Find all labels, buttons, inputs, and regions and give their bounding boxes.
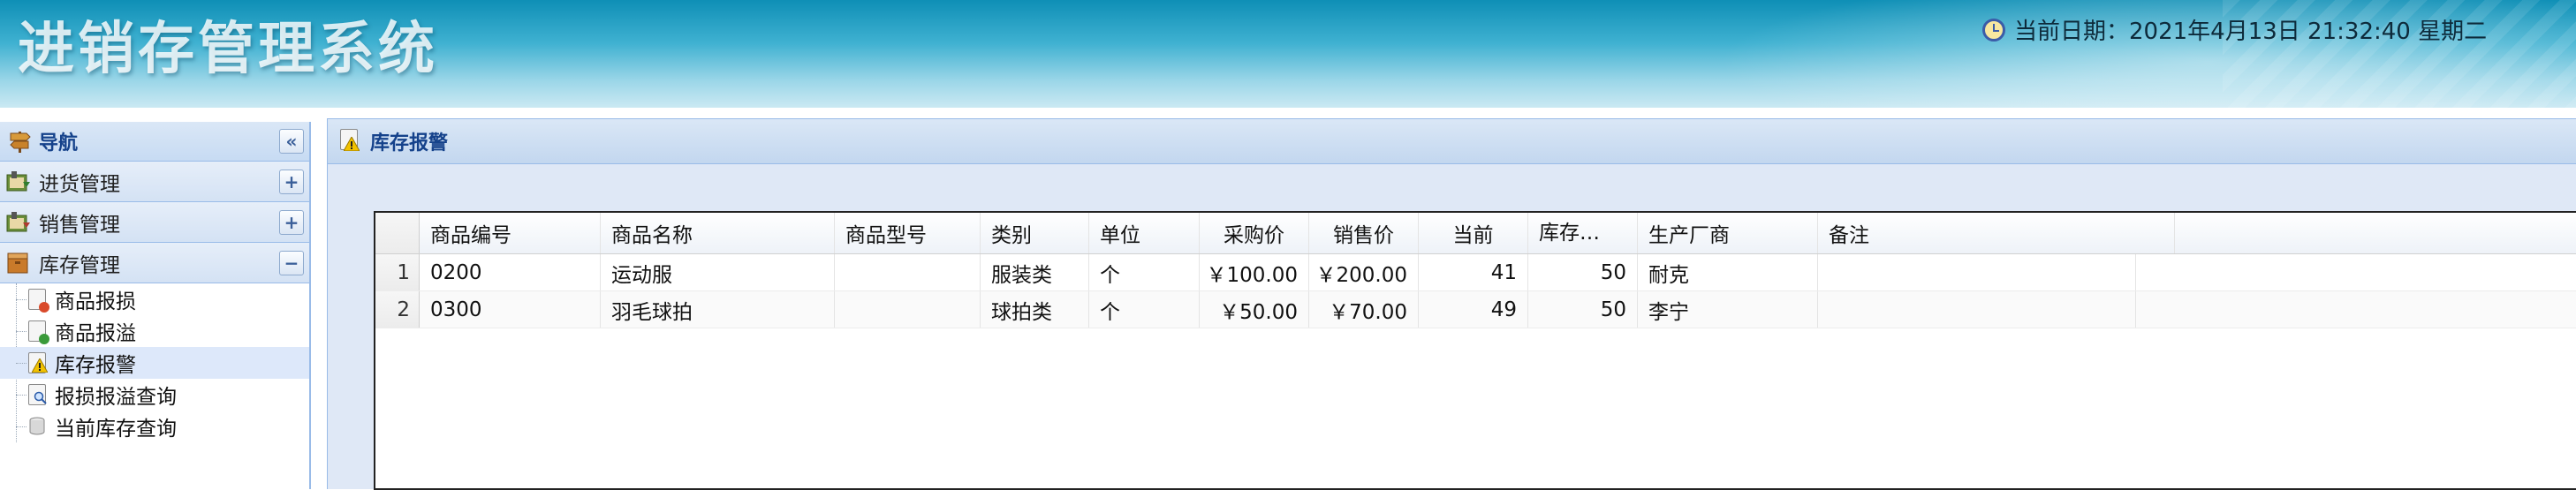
- cell-stock-limit: 50: [1528, 291, 1638, 328]
- cell-remark: [1818, 291, 2136, 328]
- column-header[interactable]: 类别: [981, 213, 1089, 253]
- main-panel: 库存报警 商品编号 商品名称 商品型号 类别 单位 采购价 销售价 当前 库存……: [327, 118, 2576, 490]
- cell-model: [835, 254, 981, 290]
- tree-item-label: 商品报溢: [55, 322, 136, 345]
- stock-query-icon: [27, 415, 48, 438]
- cell-code: 0200: [420, 254, 601, 290]
- purchase-icon: [5, 170, 32, 194]
- collapse-inventory-button[interactable]: −: [279, 250, 304, 275]
- row-number: 2: [375, 291, 420, 328]
- column-header[interactable]: 采购价: [1200, 213, 1309, 253]
- cell-manufacturer: 李宁: [1638, 291, 1818, 328]
- panel-header: 库存报警: [328, 119, 2576, 164]
- column-header[interactable]: 商品型号: [835, 213, 981, 253]
- sales-icon: [5, 210, 32, 235]
- tree-item-current-stock-query[interactable]: 当前库存查询: [0, 411, 309, 442]
- column-header[interactable]: 备注: [1818, 213, 2175, 253]
- column-header[interactable]: 库存…: [1528, 213, 1638, 253]
- grid-header: 商品编号 商品名称 商品型号 类别 单位 采购价 销售价 当前 库存… 生产厂商…: [375, 213, 2576, 254]
- panel-title: 库存报警: [370, 132, 449, 155]
- cell-name: 运动服: [601, 254, 835, 290]
- nav-group-label: 库存管理: [39, 253, 120, 277]
- column-header[interactable]: 商品编号: [420, 213, 601, 253]
- inventory-tree: 商品报损 商品报溢 库存报警 报损报溢查询 当前库存查询: [0, 283, 309, 442]
- tree-item-label: 库存报警: [55, 354, 136, 377]
- cell-current-stock: 49: [1419, 291, 1528, 328]
- tree-item-label: 商品报损: [55, 290, 136, 313]
- datetime-text: 当前日期：2021年4月13日 21:32:40 星期二: [2014, 19, 2488, 45]
- tree-item-report-overflow[interactable]: 商品报溢: [0, 315, 309, 347]
- nav-title: 导航: [39, 132, 79, 155]
- table-row[interactable]: 2 0300 羽毛球拍 球拍类 个 ￥50.00 ￥70.00 49 50 李宁: [375, 291, 2576, 328]
- nav-group-label: 销售管理: [39, 213, 120, 237]
- expand-sales-button[interactable]: +: [279, 209, 304, 235]
- cell-stock-limit: 50: [1528, 254, 1638, 290]
- inventory-icon: [5, 251, 32, 275]
- cell-manufacturer: 耐克: [1638, 254, 1818, 290]
- column-header[interactable]: 生产厂商: [1638, 213, 1818, 253]
- row-number-header: [375, 213, 420, 253]
- signpost-icon: [7, 128, 34, 155]
- cell-model: [835, 291, 981, 328]
- cell-unit: 个: [1089, 291, 1200, 328]
- column-header[interactable]: 销售价: [1309, 213, 1419, 253]
- cell-purchase-price: ￥100.00: [1200, 254, 1309, 290]
- cell-purchase-price: ￥50.00: [1200, 291, 1309, 328]
- column-header[interactable]: 商品名称: [601, 213, 835, 253]
- tree-item-label: 报损报溢查询: [55, 386, 177, 409]
- cell-category: 球拍类: [981, 291, 1089, 328]
- column-header[interactable]: 单位: [1089, 213, 1200, 253]
- clock-icon: [1982, 18, 2005, 41]
- report-overflow-icon: [27, 320, 49, 344]
- query-icon: [27, 383, 48, 406]
- tree-item-report-loss[interactable]: 商品报损: [0, 283, 309, 315]
- app-header: 进销存管理系统 当前日期：2021年4月13日 21:32:40 星期二: [0, 0, 2576, 108]
- report-loss-icon: [27, 288, 49, 313]
- nav-group-label: 进货管理: [39, 172, 120, 196]
- tree-item-loss-overflow-query[interactable]: 报损报溢查询: [0, 379, 309, 411]
- nav-header: 导航 «: [0, 122, 309, 162]
- cell-sale-price: ￥200.00: [1309, 254, 1419, 290]
- expand-purchase-button[interactable]: +: [279, 169, 304, 194]
- stock-alarm-icon: [27, 351, 48, 374]
- nav-group-purchase[interactable]: 进货管理 +: [0, 162, 309, 202]
- collapse-nav-button[interactable]: «: [279, 129, 304, 154]
- cell-remark: [1818, 254, 2136, 290]
- table-row[interactable]: 1 0200 运动服 服装类 个 ￥100.00 ￥200.00 41 50 耐…: [375, 254, 2576, 291]
- cell-unit: 个: [1089, 254, 1200, 290]
- current-datetime: 当前日期：2021年4月13日 21:32:40 星期二: [1982, 13, 2487, 46]
- row-number: 1: [375, 254, 420, 290]
- system-title: 进销存管理系统: [18, 16, 438, 82]
- cell-code: 0300: [420, 291, 601, 328]
- cell-name: 羽毛球拍: [601, 291, 835, 328]
- nav-group-sales[interactable]: 销售管理 +: [0, 202, 309, 243]
- stock-alarm-icon: [338, 128, 363, 155]
- cell-current-stock: 41: [1419, 254, 1528, 290]
- tree-item-stock-alarm[interactable]: 库存报警: [0, 347, 309, 379]
- navigation-panel: 导航 « 进货管理 + 销售管理 + 库存管理 − 商品报损 商品报溢 库存报警…: [0, 122, 311, 489]
- cell-sale-price: ￥70.00: [1309, 291, 1419, 328]
- column-header[interactable]: 当前: [1419, 213, 1528, 253]
- tree-item-label: 当前库存查询: [55, 418, 177, 441]
- stock-alarm-grid: 商品编号 商品名称 商品型号 类别 单位 采购价 销售价 当前 库存… 生产厂商…: [374, 211, 2576, 490]
- nav-group-inventory[interactable]: 库存管理 −: [0, 243, 309, 283]
- cell-category: 服装类: [981, 254, 1089, 290]
